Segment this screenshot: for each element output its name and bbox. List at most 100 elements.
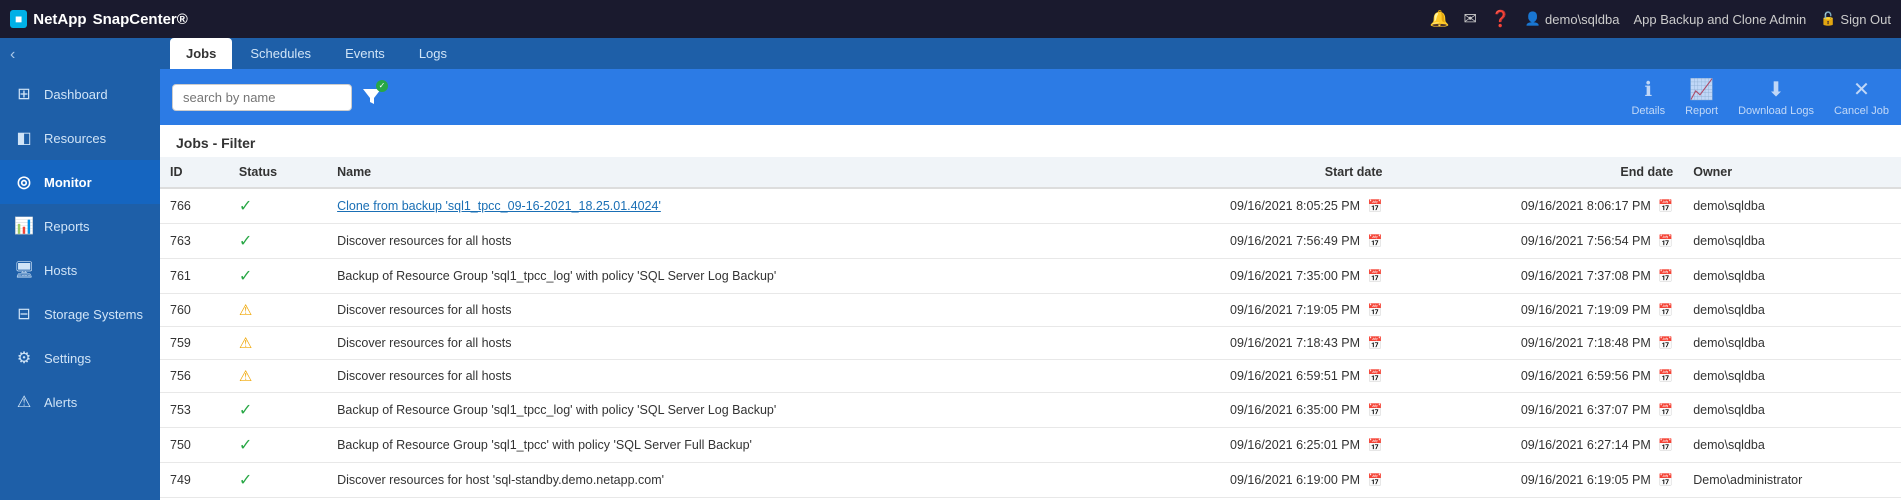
sidebar-label-dashboard: Dashboard	[44, 87, 108, 102]
tab-jobs[interactable]: Jobs	[170, 38, 232, 69]
cell-status: ✓	[229, 463, 327, 498]
netapp-logo-icon: ■	[10, 10, 27, 28]
download-logs-button[interactable]: ⬇ Download Logs	[1738, 77, 1814, 117]
cell-start-date: 09/16/2021 7:19:05 PM 📅	[1102, 294, 1393, 327]
sidebar-item-storage-systems[interactable]: ⊟ Storage Systems	[0, 292, 160, 336]
report-icon: 📈	[1689, 77, 1714, 102]
end-date-calendar-icon[interactable]: 📅	[1658, 336, 1673, 350]
start-date-calendar-icon[interactable]: 📅	[1367, 403, 1382, 417]
cell-name: Backup of Resource Group 'sql1_tpcc_log'…	[327, 393, 1102, 428]
download-icon: ⬇	[1768, 77, 1785, 102]
table-row[interactable]: 763 ✓ Discover resources for all hosts 0…	[160, 224, 1901, 259]
search-input[interactable]	[172, 84, 352, 111]
cell-status: ✓	[229, 428, 327, 463]
cell-start-date: 09/16/2021 6:35:00 PM 📅	[1102, 393, 1393, 428]
table-row[interactable]: 760 ⚠ Discover resources for all hosts 0…	[160, 294, 1901, 327]
cell-end-date: 09/16/2021 6:37:07 PM 📅	[1392, 393, 1683, 428]
cell-owner: demo\sqldba	[1683, 360, 1901, 393]
end-date-calendar-icon[interactable]: 📅	[1658, 199, 1673, 213]
cell-name: Backup of Resource Group 'sql1_tpcc' wit…	[327, 428, 1102, 463]
cell-end-date: 09/16/2021 7:18:48 PM 📅	[1392, 327, 1683, 360]
bell-icon[interactable]: 🔔	[1430, 9, 1450, 29]
tab-schedules[interactable]: Schedules	[234, 38, 327, 69]
cell-id: 760	[160, 294, 229, 327]
status-warn-icon: ⚠	[239, 368, 252, 385]
jobs-filter-title: Jobs - Filter	[160, 125, 1901, 157]
cell-start-date: 09/16/2021 6:19:00 PM 📅	[1102, 463, 1393, 498]
cell-name: Discover resources for all hosts	[327, 360, 1102, 393]
start-date-calendar-icon[interactable]: 📅	[1367, 234, 1382, 248]
sidebar-item-dashboard[interactable]: ⊞ Dashboard	[0, 72, 160, 116]
start-date-calendar-icon[interactable]: 📅	[1367, 369, 1382, 383]
col-id: ID	[160, 157, 229, 188]
sidebar: ‹ ⊞ Dashboard◧ Resources◎ Monitor📊 Repor…	[0, 38, 160, 500]
nav-icon-alerts: ⚠	[14, 392, 34, 412]
end-date-calendar-icon[interactable]: 📅	[1658, 403, 1673, 417]
user-info[interactable]: 👤 demo\sqldba	[1525, 11, 1620, 27]
sidebar-item-settings[interactable]: ⚙ Settings	[0, 336, 160, 380]
table-row[interactable]: 753 ✓ Backup of Resource Group 'sql1_tpc…	[160, 393, 1901, 428]
job-name: Discover resources for all hosts	[337, 303, 511, 317]
job-name: Discover resources for all hosts	[337, 336, 511, 350]
start-date-calendar-icon[interactable]: 📅	[1367, 269, 1382, 283]
job-name: Backup of Resource Group 'sql1_tpcc' wit…	[337, 438, 752, 452]
sidebar-label-alerts: Alerts	[44, 395, 77, 410]
table-row[interactable]: 749 ✓ Discover resources for host 'sql-s…	[160, 463, 1901, 498]
end-date-calendar-icon[interactable]: 📅	[1658, 269, 1673, 283]
end-date-calendar-icon[interactable]: 📅	[1658, 234, 1673, 248]
table-row[interactable]: 761 ✓ Backup of Resource Group 'sql1_tpc…	[160, 259, 1901, 294]
job-name-link[interactable]: Clone from backup 'sql1_tpcc_09-16-2021_…	[337, 199, 661, 213]
signout-button[interactable]: 🔓 Sign Out	[1820, 11, 1891, 27]
top-header: ■ NetApp SnapCenter® 🔔 ✉ ❓ 👤 demo\sqldba…	[0, 0, 1901, 38]
cell-id: 761	[160, 259, 229, 294]
start-date-calendar-icon[interactable]: 📅	[1367, 438, 1382, 452]
cell-end-date: 09/16/2021 7:19:09 PM 📅	[1392, 294, 1683, 327]
tab-logs[interactable]: Logs	[403, 38, 463, 69]
nav-icon-storage-systems: ⊟	[14, 304, 34, 324]
sidebar-item-monitor[interactable]: ◎ Monitor	[0, 160, 160, 204]
start-date-calendar-icon[interactable]: 📅	[1367, 303, 1382, 317]
sidebar-item-alerts[interactable]: ⚠ Alerts	[0, 380, 160, 424]
sidebar-item-resources[interactable]: ◧ Resources	[0, 116, 160, 160]
cell-end-date: 09/16/2021 6:19:05 PM 📅	[1392, 463, 1683, 498]
start-date-calendar-icon[interactable]: 📅	[1367, 336, 1382, 350]
col-owner: Owner	[1683, 157, 1901, 188]
cell-end-date: 09/16/2021 7:37:08 PM 📅	[1392, 259, 1683, 294]
end-date-calendar-icon[interactable]: 📅	[1658, 473, 1673, 487]
table-row[interactable]: 766 ✓ Clone from backup 'sql1_tpcc_09-16…	[160, 188, 1901, 224]
toolbar: ✓ ℹ Details 📈 Report ⬇ Download Logs ✕	[160, 69, 1901, 125]
table-row[interactable]: 750 ✓ Backup of Resource Group 'sql1_tpc…	[160, 428, 1901, 463]
cell-name: Clone from backup 'sql1_tpcc_09-16-2021_…	[327, 188, 1102, 224]
nav-icon-hosts: 🖥	[14, 260, 34, 280]
cell-id: 756	[160, 360, 229, 393]
cancel-icon: ✕	[1853, 77, 1870, 102]
user-icon: 👤	[1525, 11, 1541, 27]
cell-end-date: 09/16/2021 7:56:54 PM 📅	[1392, 224, 1683, 259]
cancel-job-button[interactable]: ✕ Cancel Job	[1834, 77, 1889, 117]
sidebar-label-storage-systems: Storage Systems	[44, 307, 143, 322]
end-date-calendar-icon[interactable]: 📅	[1658, 369, 1673, 383]
start-date-calendar-icon[interactable]: 📅	[1367, 199, 1382, 213]
cell-start-date: 09/16/2021 7:56:49 PM 📅	[1102, 224, 1393, 259]
job-name: Discover resources for all hosts	[337, 369, 511, 383]
sidebar-collapse-button[interactable]: ‹	[0, 38, 160, 72]
sidebar-item-reports[interactable]: 📊 Reports	[0, 204, 160, 248]
tab-events[interactable]: Events	[329, 38, 401, 69]
details-button[interactable]: ℹ Details	[1631, 77, 1665, 117]
end-date-calendar-icon[interactable]: 📅	[1658, 438, 1673, 452]
table-row[interactable]: 759 ⚠ Discover resources for all hosts 0…	[160, 327, 1901, 360]
cell-end-date: 09/16/2021 6:27:14 PM 📅	[1392, 428, 1683, 463]
status-warn-icon: ⚠	[239, 302, 252, 319]
logo-brand: NetApp	[33, 11, 86, 28]
sidebar-label-resources: Resources	[44, 131, 106, 146]
help-icon[interactable]: ❓	[1491, 9, 1511, 29]
filter-button[interactable]: ✓	[360, 84, 384, 111]
cell-owner: demo\sqldba	[1683, 327, 1901, 360]
sidebar-label-reports: Reports	[44, 219, 90, 234]
start-date-calendar-icon[interactable]: 📅	[1367, 473, 1382, 487]
table-row[interactable]: 756 ⚠ Discover resources for all hosts 0…	[160, 360, 1901, 393]
sidebar-item-hosts[interactable]: 🖥 Hosts	[0, 248, 160, 292]
mail-icon[interactable]: ✉	[1464, 9, 1477, 29]
end-date-calendar-icon[interactable]: 📅	[1658, 303, 1673, 317]
report-button[interactable]: 📈 Report	[1685, 77, 1718, 117]
